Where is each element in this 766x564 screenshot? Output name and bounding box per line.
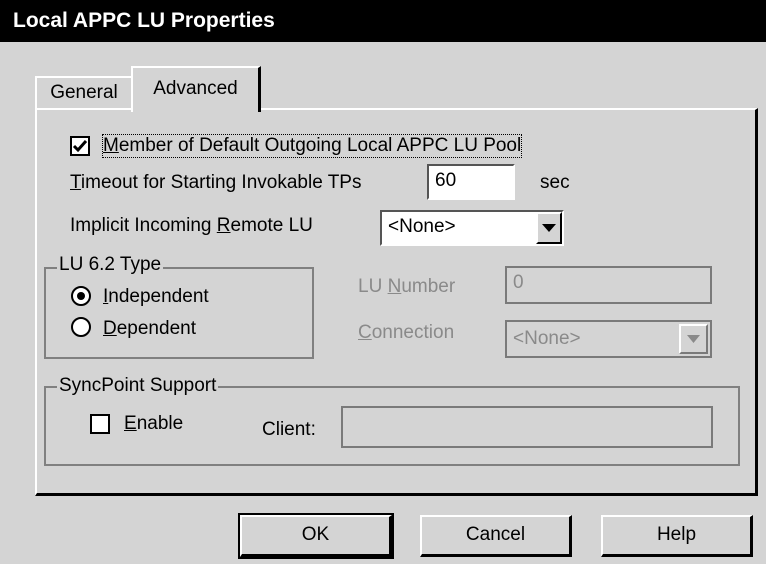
dropdown-button[interactable] <box>536 212 562 244</box>
label-text: ember of Default Outgoing Local APPC LU … <box>118 135 522 156</box>
tab-advanced-label: Advanced <box>153 78 238 99</box>
tab-advanced[interactable]: Advanced <box>131 66 261 112</box>
syncpoint-legend: SyncPoint Support <box>57 375 219 397</box>
client-input[interactable] <box>341 406 713 448</box>
dependent-label[interactable]: Dependent <box>103 318 196 340</box>
independent-radio[interactable] <box>71 286 91 306</box>
accel-key: R <box>216 215 231 236</box>
dependent-radio[interactable] <box>71 317 91 337</box>
label-text: umber <box>401 276 456 297</box>
member-pool-checkbox[interactable] <box>70 136 90 156</box>
lu-type-legend: LU 6.2 Type <box>57 254 164 276</box>
client-label: Client: <box>262 419 316 440</box>
enable-checkbox[interactable] <box>90 414 110 434</box>
label-text: onnection <box>371 322 455 343</box>
chevron-down-icon <box>687 335 700 343</box>
label-text: imeout for Starting Invokable TPs <box>80 172 362 193</box>
lu-number-input[interactable]: 0 <box>505 266 712 304</box>
help-button-label: Help <box>656 524 697 545</box>
accel-key: M <box>103 135 119 156</box>
accel-key: T <box>70 172 81 193</box>
tab-general-label: General <box>50 82 118 103</box>
lu-type-groupbox <box>44 267 314 359</box>
ok-button[interactable]: OK <box>238 513 394 559</box>
connection-dropdown[interactable]: <None> <box>505 320 712 358</box>
implicit-remote-value: <None> <box>388 216 456 237</box>
ok-button-label: OK <box>301 524 330 545</box>
chevron-down-icon <box>542 224 556 232</box>
title-bar: Local APPC LU Properties <box>0 0 766 42</box>
properties-dialog: Local APPC LU Properties General Advance… <box>0 0 766 564</box>
accel-key: D <box>103 318 117 339</box>
label-text: emote LU <box>230 215 313 236</box>
accel-key: N <box>387 276 402 297</box>
label-text: nable <box>136 413 184 434</box>
enable-label[interactable]: Enable <box>124 413 183 435</box>
timeout-label: Timeout for Starting Invokable TPs <box>70 172 361 194</box>
label-text: ndependent <box>108 286 209 307</box>
label-text: LU <box>358 276 388 297</box>
connection-label: Connection <box>358 322 454 344</box>
radio-selected-dot <box>77 292 85 300</box>
label-text: Implicit Incoming <box>70 215 217 236</box>
implicit-remote-label: Implicit Incoming Remote LU <box>70 215 313 237</box>
help-button[interactable]: Help <box>601 515 753 557</box>
cancel-button-label: Cancel <box>465 524 526 545</box>
timeout-unit: sec <box>540 172 570 193</box>
window-title: Local APPC LU Properties <box>13 9 275 32</box>
tab-general[interactable]: General <box>35 76 131 110</box>
timeout-value: 60 <box>435 170 457 191</box>
label-text: ependent <box>116 318 196 339</box>
cancel-button[interactable]: Cancel <box>420 515 572 557</box>
implicit-remote-dropdown[interactable]: <None> <box>380 210 564 246</box>
dropdown-button[interactable] <box>679 324 708 354</box>
lu-number-value: 0 <box>513 272 524 293</box>
member-pool-label[interactable]: Member of Default Outgoing Local APPC LU… <box>101 134 523 158</box>
checkmark-icon <box>72 140 88 153</box>
accel-key: C <box>358 322 372 343</box>
timeout-input[interactable]: 60 <box>427 164 515 200</box>
accel-key: E <box>124 413 137 434</box>
lu-number-label: LU Number <box>358 276 455 298</box>
independent-label[interactable]: Independent <box>103 286 209 308</box>
